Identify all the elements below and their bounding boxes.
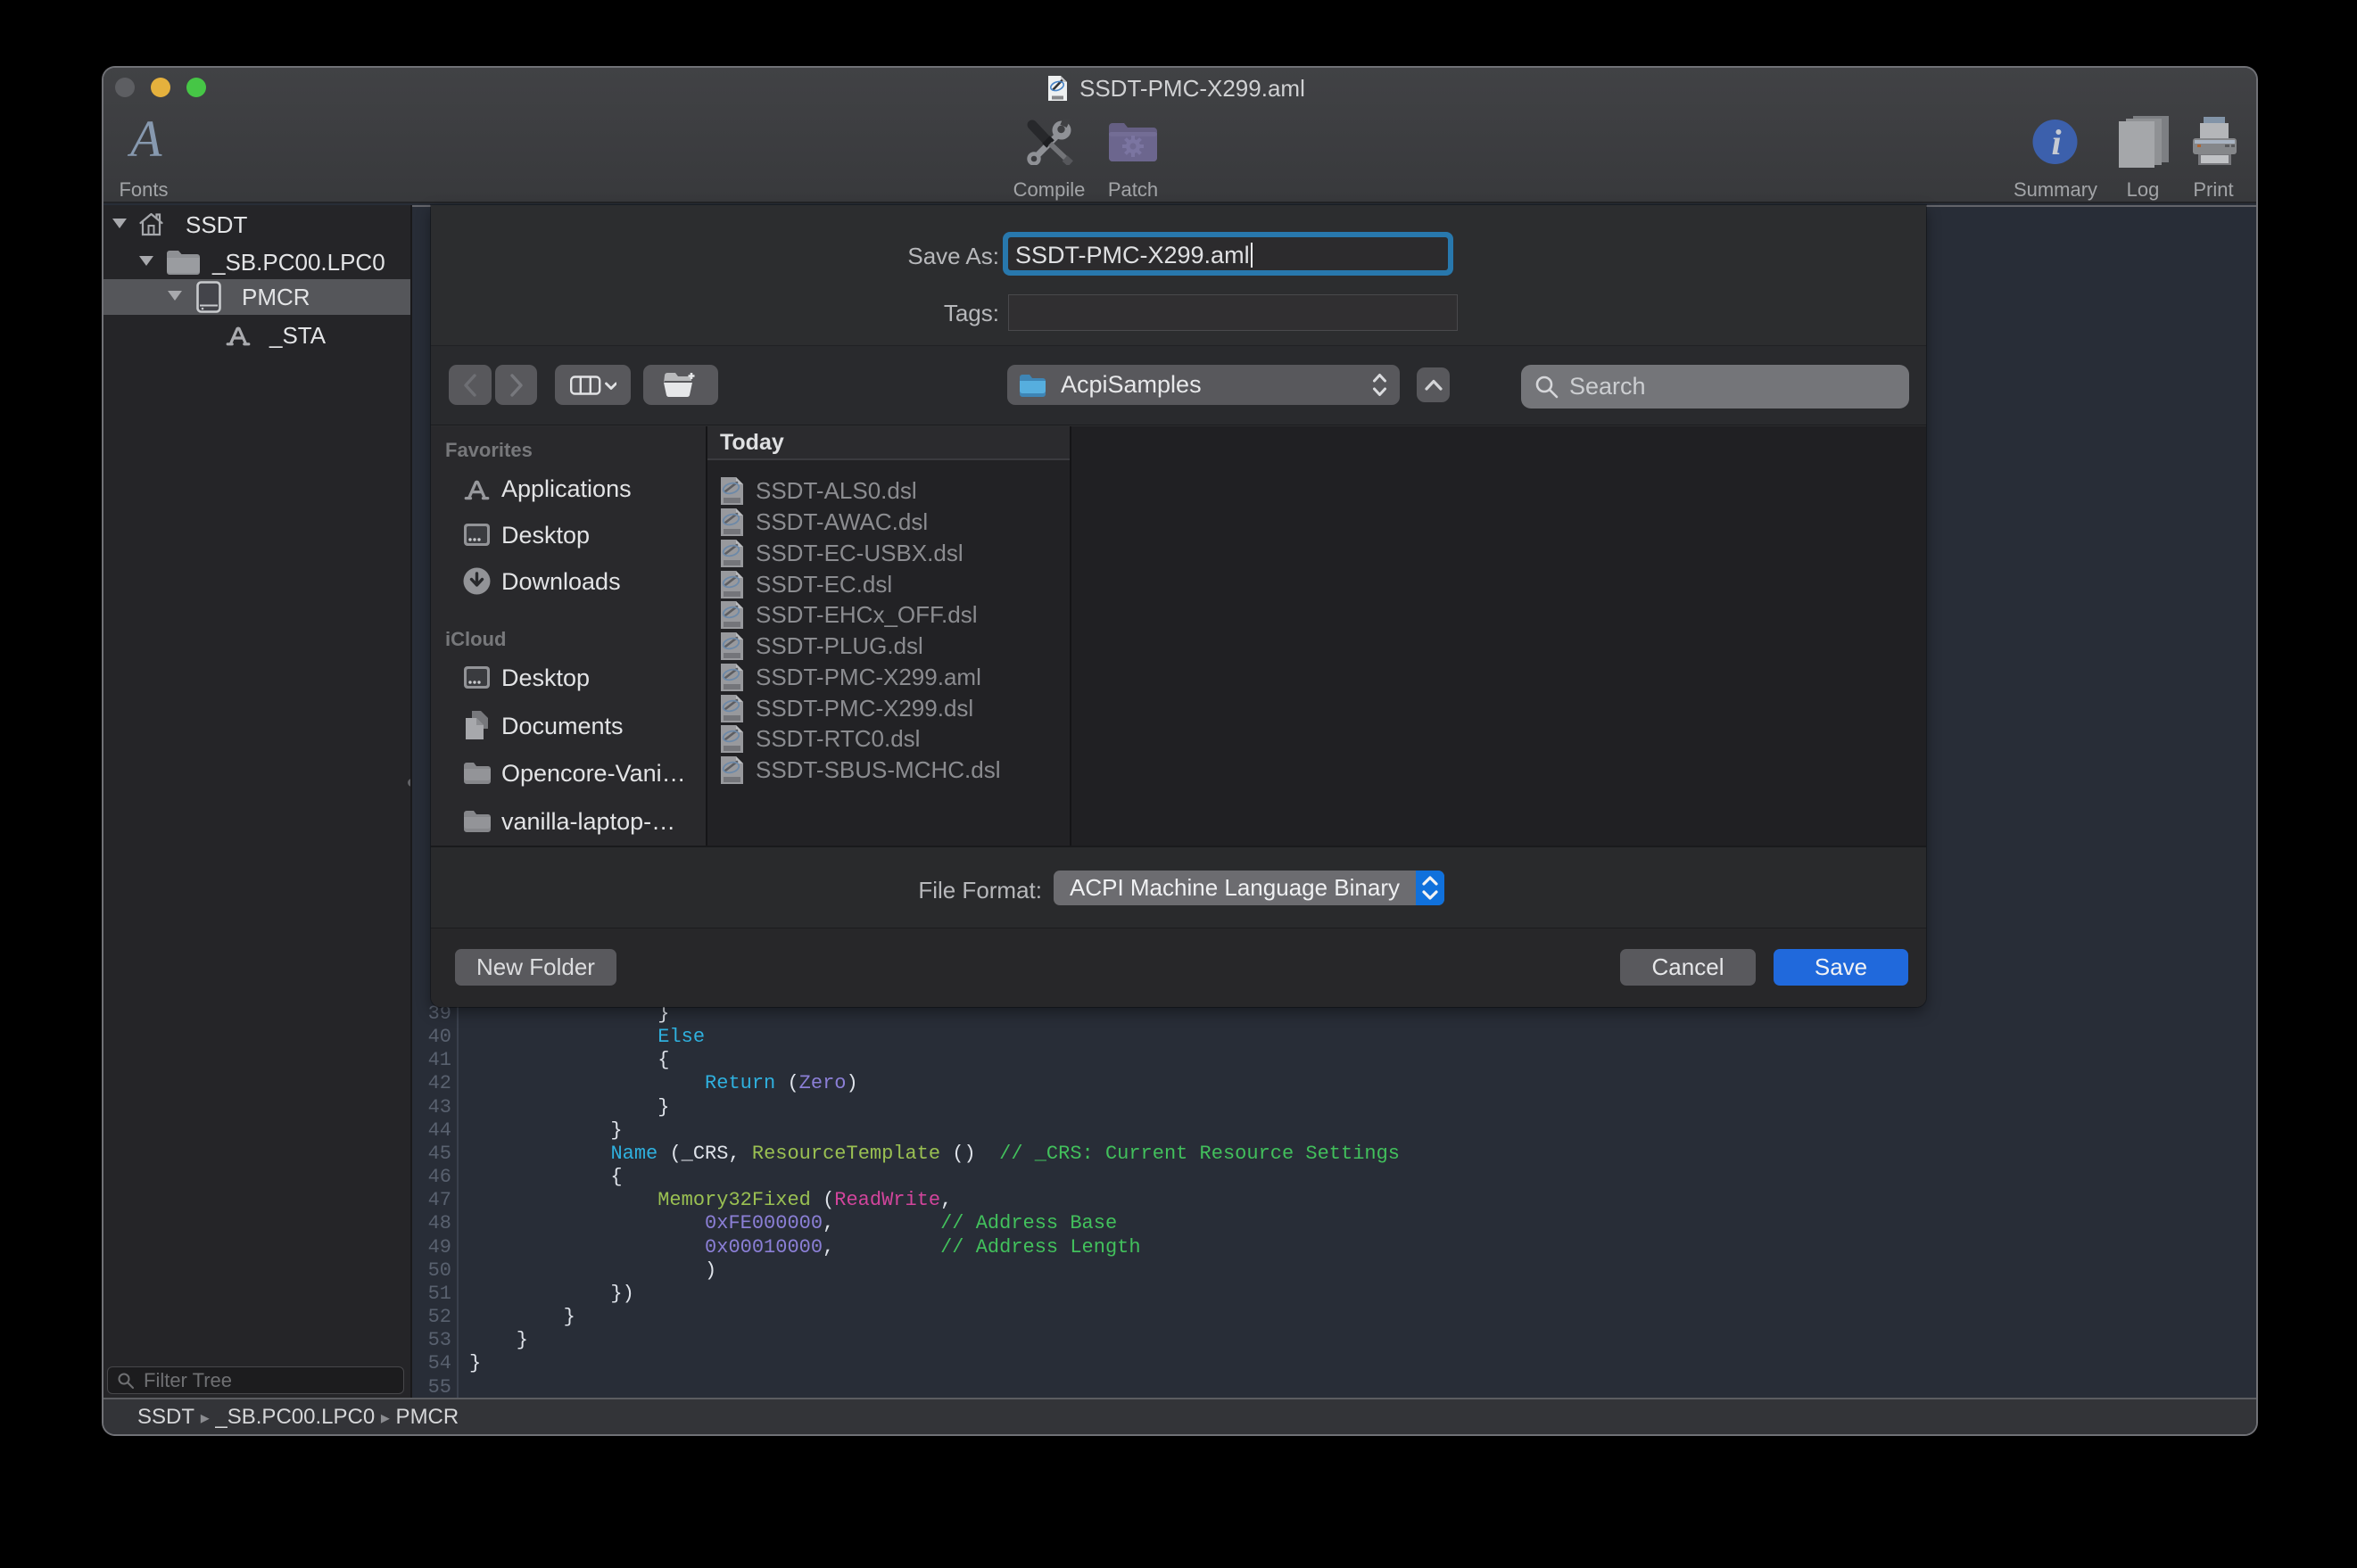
- svg-text:i: i: [2051, 122, 2061, 162]
